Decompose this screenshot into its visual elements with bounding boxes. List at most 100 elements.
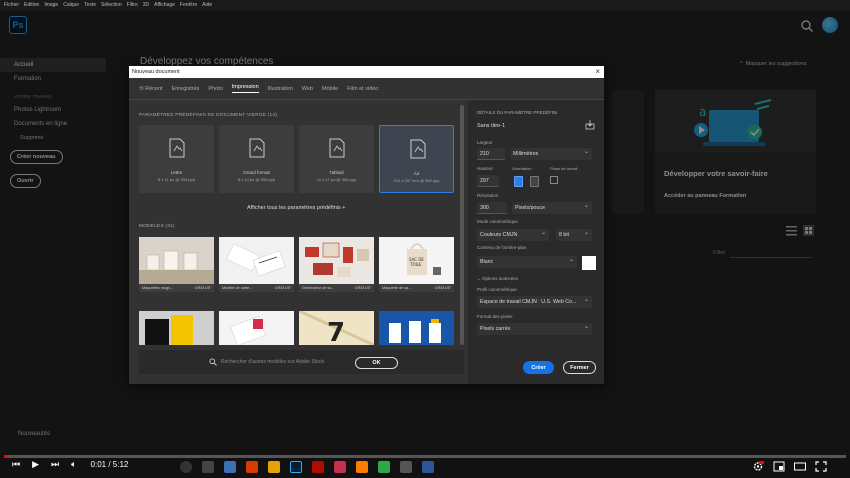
word-icon[interactable] <box>422 461 434 473</box>
next-icon[interactable]: ⏭ <box>51 459 59 470</box>
illustrator-icon[interactable] <box>356 461 368 473</box>
office-icon[interactable] <box>246 461 258 473</box>
menu-filtre[interactable]: Filtre <box>127 2 138 8</box>
menu-fichier[interactable]: Fichier <box>4 2 19 8</box>
menu-edition[interactable]: Edition <box>24 2 39 8</box>
template-caption: Générateur de sc... GRATUIT <box>299 284 374 292</box>
show-all-presets-link[interactable]: Afficher tous les paramètres prédéfinis … <box>247 205 346 211</box>
resolution-input[interactable]: 300 <box>477 202 507 214</box>
search-icon <box>209 358 217 366</box>
portrait-orientation-button[interactable] <box>514 176 523 187</box>
close-button[interactable]: Fermer <box>563 361 596 374</box>
volume-icon[interactable]: 🔈︎ <box>71 459 76 470</box>
tab-illustration[interactable]: Illustration <box>268 86 293 92</box>
play-icon[interactable]: ▶ <box>32 459 39 470</box>
preset-tabloid[interactable]: Tabloid 11 x 17 po @ 300 ppp <box>299 125 374 193</box>
explorer-icon[interactable] <box>224 461 236 473</box>
template-name: Maquettes mugs... <box>142 286 174 290</box>
app-icon[interactable] <box>334 461 346 473</box>
resolution-unit-dropdown[interactable]: Pixels/pouce <box>512 202 592 214</box>
template-caption: Modèle de carte... GRATUIT <box>219 284 294 292</box>
save-preset-icon[interactable] <box>585 120 595 130</box>
tab-photo[interactable]: Photo <box>208 86 222 92</box>
menu-selection[interactable]: Sélection <box>101 2 122 8</box>
pixel-aspect-dropdown[interactable]: Pixels carrés <box>477 323 592 335</box>
tab-print[interactable]: Impression <box>231 84 259 93</box>
tab-recent[interactable]: ⟲ Récent <box>139 86 163 92</box>
photoshop-taskbar-icon[interactable] <box>290 461 302 473</box>
artboards-label: Plans de travail <box>550 166 578 171</box>
ok-button[interactable]: OK <box>355 357 398 369</box>
fullscreen-icon[interactable] <box>815 461 827 472</box>
tab-web[interactable]: Web <box>302 86 313 92</box>
height-input[interactable]: 297 <box>477 175 499 187</box>
color-profile-dropdown[interactable]: Espace de travail CMJN : U.S. Web Co... <box>477 296 592 308</box>
cards-thumbnail-icon <box>226 243 286 277</box>
folder-icon[interactable] <box>268 461 280 473</box>
templates-title: MODÈLES (31) <box>139 224 175 229</box>
template-business-card[interactable]: Modèle de carte... GRATUIT <box>219 237 294 292</box>
template-bag[interactable]: SAC DE TOILE Maquette de sa... GRATUIT <box>379 237 454 292</box>
menu-image[interactable]: Image <box>44 2 58 8</box>
background-dropdown[interactable]: Blanc <box>477 256 577 268</box>
preset-name: Grand format <box>243 170 270 175</box>
theater-mode-icon[interactable] <box>794 461 806 472</box>
tab-mobile[interactable]: Mobile <box>322 86 338 92</box>
background-label: Contenu de l'arrière-plan <box>477 245 527 250</box>
menu-texte[interactable]: Texte <box>84 2 96 8</box>
template-caption: Maquettes mugs... GRATUIT <box>139 284 214 292</box>
video-progress-bar[interactable] <box>4 455 846 458</box>
taskbar-apps <box>180 461 434 473</box>
acrobat-icon[interactable] <box>312 461 324 473</box>
advanced-options-toggle[interactable]: ⌄ Options avancées <box>477 276 518 282</box>
color-mode-dropdown[interactable]: Couleurs CMJN <box>477 229 549 241</box>
stock-search-input[interactable]: Rechercher d'autres modèles sur Adobe St… <box>221 359 324 365</box>
close-icon[interactable]: × <box>595 67 600 76</box>
template-stationery[interactable] <box>219 311 294 345</box>
document-icon <box>329 138 345 158</box>
artboards-checkbox[interactable] <box>550 176 558 184</box>
task-view-icon[interactable] <box>202 461 214 473</box>
document-name-field[interactable]: Sans titre-1 <box>477 123 505 129</box>
template-name: Modèle de carte... <box>222 286 253 290</box>
menu-fenetre[interactable]: Fenêtre <box>180 2 197 8</box>
dialog-tabs: ⟲ Récent Enregistrés Photo Impression Il… <box>129 78 604 100</box>
video-controls: ⏮ ▶ ⏭ 🔈︎ 0:01 / 5:12 <box>12 459 128 470</box>
document-icon <box>410 139 426 159</box>
template-books[interactable] <box>139 311 214 345</box>
chrome-icon[interactable] <box>378 461 390 473</box>
menu-aide[interactable]: Aide <box>202 2 212 8</box>
landscape-orientation-button[interactable] <box>530 176 539 187</box>
details-heading: DÉTAILS DU PARAMÈTRE PRÉDÉFINI <box>477 110 558 115</box>
preset-details-pane: DÉTAILS DU PARAMÈTRE PRÉDÉFINI Sans titr… <box>468 100 604 384</box>
presets-scrollbar[interactable] <box>460 105 464 345</box>
preset-grand-format[interactable]: Grand format 8 x 14 po @ 300 ppp <box>219 125 294 193</box>
cups-thumbnail-icon <box>389 319 441 343</box>
preset-name: Lettre <box>170 170 183 175</box>
width-input[interactable]: 210 <box>477 148 505 160</box>
menu-affichage[interactable]: Affichage <box>154 2 175 8</box>
menu-3d[interactable]: 3D <box>143 2 149 8</box>
template-poster[interactable]: 7 <box>299 311 374 345</box>
template-cups[interactable] <box>379 311 454 345</box>
unit-dropdown[interactable]: Millimètres <box>510 148 592 160</box>
cortana-icon[interactable] <box>180 461 192 473</box>
background-color-swatch[interactable] <box>582 256 596 270</box>
template-scene-generator[interactable]: Générateur de sc... GRATUIT <box>299 237 374 292</box>
bit-depth-dropdown[interactable]: 8 bit <box>556 229 592 241</box>
template-mugs[interactable]: Maquettes mugs... GRATUIT <box>139 237 214 292</box>
settings-icon[interactable] <box>752 461 764 472</box>
calculator-icon[interactable] <box>400 461 412 473</box>
miniplayer-icon[interactable] <box>773 461 785 472</box>
tab-film-video[interactable]: Film et vidéo <box>347 86 378 92</box>
poster-thumbnail-icon: 7 <box>299 311 374 345</box>
preset-a4[interactable]: A4 210 x 297 mm @ 300 ppp <box>379 125 454 193</box>
preset-lettre[interactable]: Lettre 8 x 11 po @ 300 ppp <box>139 125 214 193</box>
create-button[interactable]: Créer <box>523 361 554 374</box>
preset-name: Tabloid <box>329 170 344 175</box>
presets-title: PARAMÈTRES PRÉDÉFINIS DE DOCUMENT VIERGE… <box>139 113 278 118</box>
video-time: 0:01 / 5:12 <box>90 460 129 469</box>
tab-saved[interactable]: Enregistrés <box>172 86 200 92</box>
menu-calque[interactable]: Calque <box>63 2 79 8</box>
previous-icon[interactable]: ⏮ <box>12 459 20 470</box>
